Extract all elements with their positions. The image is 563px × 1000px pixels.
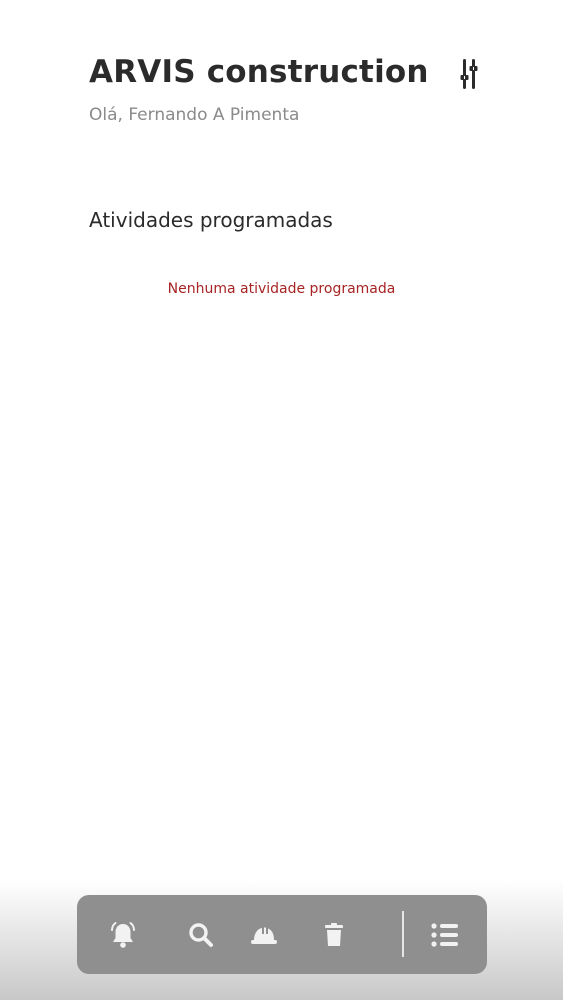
home-screen: ARVIS construction Olá, Fernando A Pimen… — [0, 0, 563, 1000]
list-icon — [431, 923, 458, 947]
app-title: ARVIS construction — [89, 54, 429, 90]
trash-icon — [325, 923, 343, 946]
settings-button[interactable] — [454, 56, 484, 92]
header: ARVIS construction Olá, Fernando A Pimen… — [89, 52, 489, 126]
nav-list-button[interactable] — [425, 915, 465, 955]
nav-trash-button[interactable] — [314, 915, 354, 955]
search-icon — [189, 923, 213, 947]
bell-alarm-icon — [111, 922, 135, 948]
nav-alarms-button[interactable] — [103, 915, 143, 955]
nav-construction-button[interactable] — [244, 915, 284, 955]
hard-hat-icon — [251, 927, 277, 944]
sliders-icon — [460, 59, 478, 89]
greeting-text: Olá, Fernando A Pimenta — [89, 105, 300, 125]
bottom-nav-bar — [77, 895, 487, 974]
section-title-activities: Atividades programadas — [89, 208, 333, 232]
nav-search-button[interactable] — [181, 915, 221, 955]
nav-divider — [402, 911, 404, 957]
empty-activities-message: Nenhuma atividade programada — [167, 281, 396, 297]
